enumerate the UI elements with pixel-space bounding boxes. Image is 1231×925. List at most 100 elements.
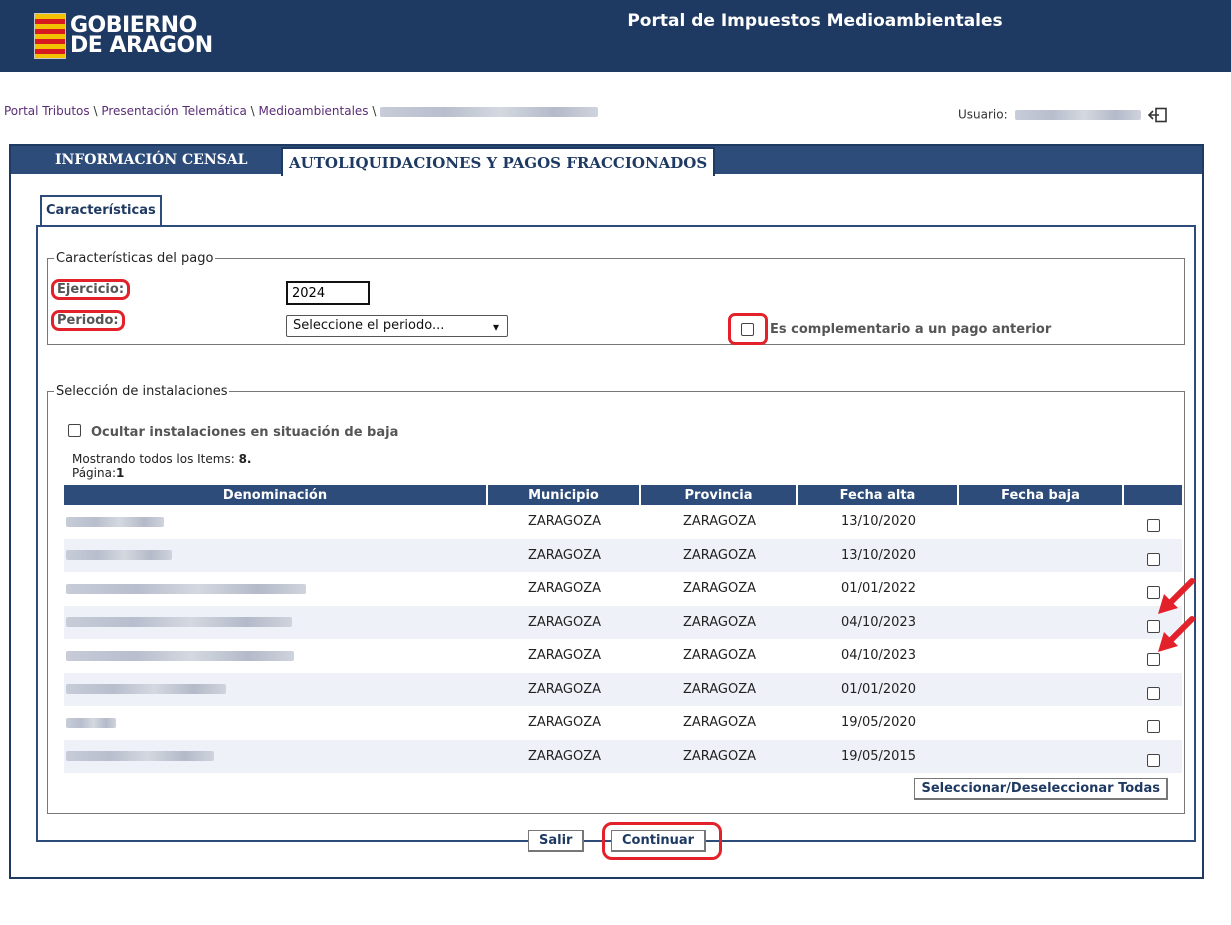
seleccion-instalaciones-legend: Selección de instalaciones <box>56 384 228 399</box>
select-cell <box>1124 706 1182 740</box>
municipio-cell: ZARAGOZA <box>488 605 641 639</box>
provincia-cell: ZARAGOZA <box>641 605 798 639</box>
main-tabbar: INFORMACIÓN CENSAL AUTOLIQUIDACIONES Y P… <box>11 146 1202 176</box>
fecha-alta-cell: 13/10/2020 <box>841 514 916 530</box>
fecha-baja-cell <box>959 706 1124 740</box>
denominacion-redacted <box>66 550 172 561</box>
ejercicio-input[interactable] <box>286 281 370 305</box>
aragon-flag-icon <box>34 13 66 59</box>
table-row: ZARAGOZA ZARAGOZA 01/01/2022 <box>64 572 1182 606</box>
user-label: Usuario: <box>958 107 1008 122</box>
fecha-alta-cell: 01/01/2020 <box>798 672 959 706</box>
provincia-cell: ZARAGOZA <box>641 538 798 572</box>
periodo-select[interactable]: Seleccione el periodo... ▾ <box>286 315 508 337</box>
ocultar-bajas-checkbox[interactable] <box>68 424 81 437</box>
table-row: ZARAGOZA ZARAGOZA 01/01/2020 <box>64 672 1182 706</box>
row-checkbox[interactable] <box>1146 753 1160 767</box>
col-provincia: Provincia <box>641 485 798 505</box>
continuar-button[interactable]: Continuar <box>611 830 707 852</box>
breadcrumb-separator: \ <box>368 104 381 118</box>
fecha-baja-cell <box>959 572 1124 606</box>
row-checkbox[interactable] <box>1146 519 1160 533</box>
provincia-cell: ZARAGOZA <box>682 581 757 597</box>
user-name-redacted <box>1015 110 1142 120</box>
fecha-alta-cell: 19/05/2015 <box>798 739 959 773</box>
salir-button[interactable]: Salir <box>528 830 585 852</box>
items-count-value: 8. <box>238 452 252 466</box>
tab-informacion-censal[interactable]: INFORMACIÓN CENSAL <box>55 146 247 174</box>
pagina-value: 1 <box>116 466 125 480</box>
periodo-select-value: Seleccione el periodo... <box>293 318 445 333</box>
caracteristicas-pago-fieldset: Características del pago Ejercicio: Peri… <box>47 251 1185 345</box>
site-header: GOBIERNO DE ARAGON Portal de Impuestos M… <box>0 0 1231 72</box>
periodo-label: Periodo: <box>51 310 125 331</box>
col-select <box>1124 485 1182 505</box>
col-fecha-alta: Fecha alta <box>798 485 959 505</box>
row-checkbox[interactable] <box>1146 552 1160 566</box>
fecha-baja-cell <box>959 739 1124 773</box>
logo-text: GOBIERNO DE ARAGON <box>70 15 213 58</box>
select-cell <box>1124 505 1182 539</box>
fecha-alta-cell: 01/01/2022 <box>841 581 916 597</box>
gobierno-aragon-logo[interactable]: GOBIERNO DE ARAGON <box>34 13 213 59</box>
caracteristicas-pago-legend: Características del pago <box>56 251 214 266</box>
municipio-cell: ZARAGOZA <box>527 581 602 597</box>
pagina-label: Página: <box>72 466 117 480</box>
breadcrumb-separator: \ <box>246 104 259 118</box>
denominacion-redacted <box>66 684 226 695</box>
provincia-cell: ZARAGOZA <box>641 739 798 773</box>
fecha-alta-cell: 04/10/2023 <box>841 648 916 664</box>
provincia-cell: ZARAGOZA <box>641 672 798 706</box>
fecha-alta-cell: 04/10/2023 <box>798 605 959 639</box>
denominacion-cell <box>64 505 488 539</box>
select-cell <box>1124 538 1182 572</box>
select-all-button[interactable]: Seleccionar/Deseleccionar Todas <box>914 778 1168 800</box>
denominacion-cell <box>64 706 488 740</box>
logout-icon[interactable] <box>1148 107 1168 123</box>
annotation-arrow-icon <box>1158 578 1195 614</box>
logo-line-2: DE ARAGON <box>70 33 213 58</box>
user-area: Usuario: <box>958 107 1168 123</box>
breadcrumb-separator: \ <box>89 104 102 118</box>
fecha-baja-cell <box>959 538 1124 572</box>
complementario-checkbox[interactable] <box>741 323 754 336</box>
select-cell <box>1124 672 1182 706</box>
provincia-cell: ZARAGOZA <box>682 648 757 664</box>
portal-title: Portal de Impuestos Medioambientales <box>627 11 1003 31</box>
table-row: ZARAGOZA ZARAGOZA 19/05/2015 <box>64 739 1182 773</box>
fecha-baja-cell <box>959 605 1124 639</box>
municipio-cell: ZARAGOZA <box>527 514 602 530</box>
denominacion-redacted <box>66 516 164 527</box>
row-checkbox[interactable] <box>1146 686 1160 700</box>
breadcrumb-medioambientales[interactable]: Medioambientales <box>259 104 369 118</box>
col-municipio: Municipio <box>488 485 641 505</box>
provincia-cell: ZARAGOZA <box>682 715 757 731</box>
table-header-row: Denominación Municipio Provincia Fecha a… <box>64 485 1182 505</box>
municipio-cell: ZARAGOZA <box>488 739 641 773</box>
denominacion-redacted <box>66 717 116 728</box>
complementario-checkbox-highlight <box>728 313 768 345</box>
denominacion-cell <box>64 572 488 606</box>
denominacion-redacted <box>66 650 294 661</box>
ocultar-bajas-option[interactable]: Ocultar instalaciones en situación de ba… <box>68 424 399 440</box>
col-denominacion: Denominación <box>64 485 488 505</box>
tab-caracteristicas[interactable]: Características <box>40 195 162 226</box>
table-row: ZARAGOZA ZARAGOZA 13/10/2020 <box>64 505 1182 539</box>
items-count-label: Mostrando todos los Items: <box>72 452 235 466</box>
items-count-text: Mostrando todos los Items: 8. <box>72 452 252 466</box>
breadcrumb-portal-tributos[interactable]: Portal Tributos <box>4 104 90 118</box>
denominacion-redacted <box>66 751 214 762</box>
municipio-cell: ZARAGOZA <box>527 648 602 664</box>
select-cell <box>1124 739 1182 773</box>
caracteristicas-panel: Características del pago Ejercicio: Peri… <box>36 225 1196 842</box>
row-checkbox[interactable] <box>1146 720 1160 734</box>
chevron-down-icon: ▾ <box>492 320 499 334</box>
municipio-cell: ZARAGOZA <box>527 715 602 731</box>
ejercicio-label: Ejercicio: <box>51 279 131 300</box>
denominacion-cell <box>64 538 488 572</box>
pagina-text: Página:1 <box>72 466 124 480</box>
breadcrumb-presentacion-telematica[interactable]: Presentación Telemática <box>101 104 247 118</box>
tab-autoliquidaciones[interactable]: AUTOLIQUIDACIONES Y PAGOS FRACCIONADOS <box>281 147 716 176</box>
ocultar-bajas-label: Ocultar instalaciones en situación de ba… <box>91 425 399 440</box>
instalaciones-table: Denominación Municipio Provincia Fecha a… <box>64 485 1182 773</box>
